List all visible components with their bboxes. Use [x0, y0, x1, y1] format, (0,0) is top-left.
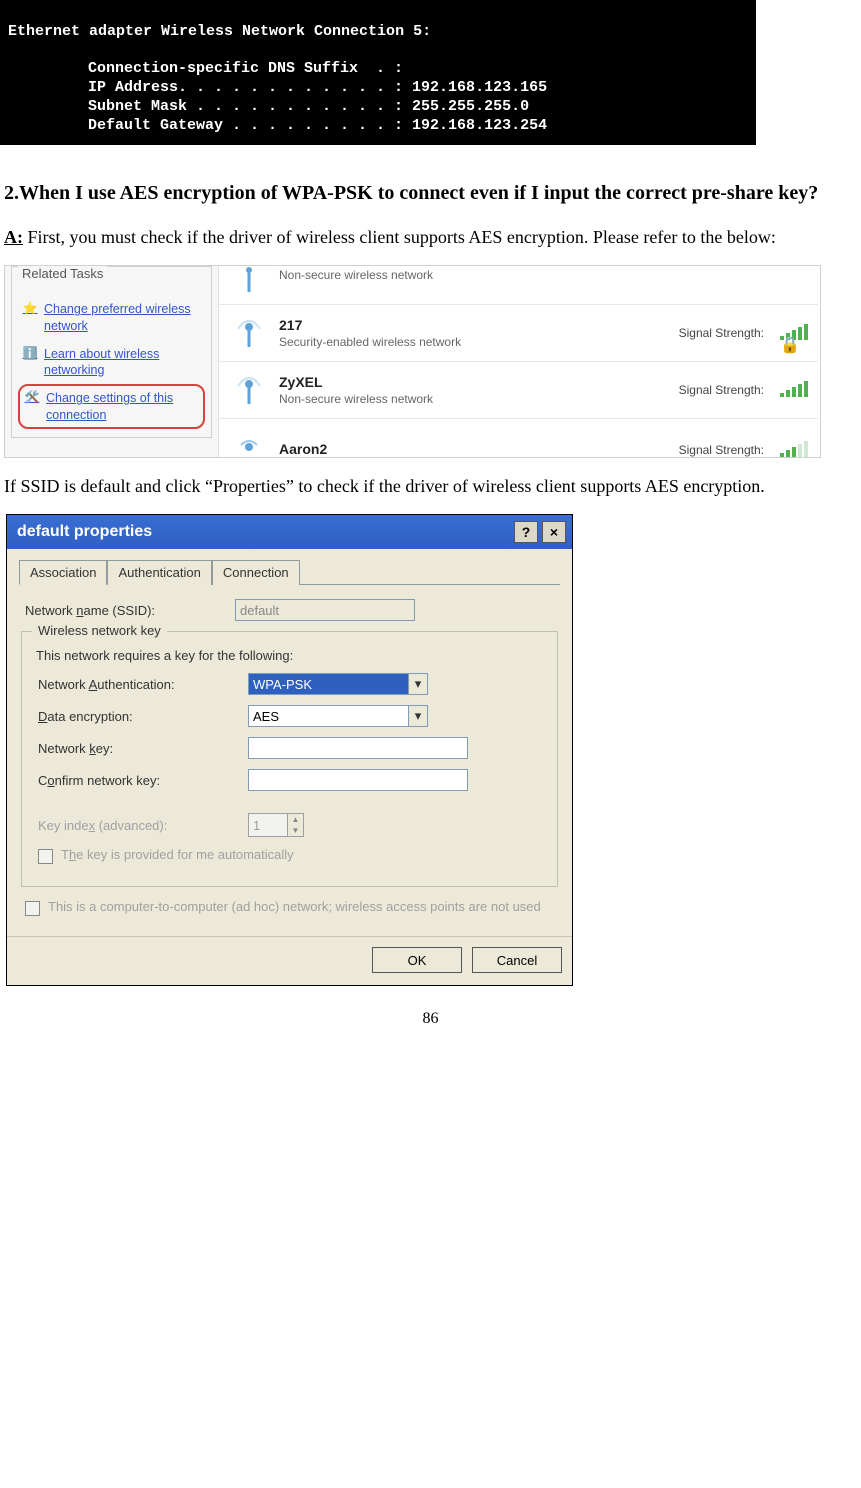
keyindex-label: Key index (advanced):: [38, 818, 238, 833]
auto-key-label: The key is provided for me automatically: [61, 847, 294, 862]
auth-value: WPA-PSK: [253, 677, 312, 692]
wireless-key-group: Wireless network key This network requir…: [21, 631, 558, 887]
spinner-up-icon: ▲: [287, 814, 303, 825]
auto-key-checkbox: [38, 849, 53, 864]
tools-icon: 🛠️: [24, 390, 40, 406]
mid-paragraph: If SSID is default and click “Properties…: [4, 468, 857, 504]
network-row[interactable]: 217 Security-enabled wireless network Si…: [219, 305, 818, 362]
faq-answer: A: First, you must check if the driver o…: [4, 219, 857, 255]
network-authentication-select[interactable]: WPA-PSK ▾: [248, 673, 428, 695]
wifi-antenna-icon: [229, 370, 269, 410]
network-row[interactable]: ZyXEL Non-secure wireless network Signal…: [219, 362, 818, 419]
help-button[interactable]: ?: [514, 521, 538, 543]
network-security-label: Security-enabled wireless network: [279, 335, 669, 349]
console-line: Connection-specific DNS Suffix . :: [8, 60, 748, 79]
enc-value: AES: [253, 709, 279, 724]
task-label: Change preferred wireless network: [44, 301, 201, 334]
task-change-settings[interactable]: 🛠️ Change settings of this connection: [18, 384, 205, 429]
network-list: Non-secure wireless network 217 Security…: [219, 266, 820, 457]
task-label: Learn about wireless networking: [44, 346, 201, 379]
wifi-antenna-icon: [229, 429, 269, 457]
close-button[interactable]: ×: [542, 521, 566, 543]
faq-question: 2.When I use AES encryption of WPA-PSK t…: [4, 173, 857, 213]
wireless-networks-panel: Related Tasks ⭐ Change preferred wireles…: [4, 265, 821, 458]
network-row[interactable]: Aaron2 Signal Strength:: [219, 419, 818, 457]
related-tasks-sidebar: Related Tasks ⭐ Change preferred wireles…: [5, 266, 219, 457]
network-name: ZyXEL: [279, 374, 669, 390]
key-index-spinner: ▲ ▼: [248, 813, 304, 837]
confirm-label: Confirm network key:: [38, 773, 238, 788]
chevron-down-icon: ▾: [408, 706, 427, 726]
chevron-down-icon: ▾: [408, 674, 427, 694]
network-security-label: Non-secure wireless network: [279, 268, 808, 282]
netkey-label: Network key:: [38, 741, 238, 756]
console-output: Ethernet adapter Wireless Network Connec…: [0, 0, 756, 145]
dialog-footer: OK Cancel: [7, 936, 572, 985]
network-row[interactable]: Non-secure wireless network: [219, 266, 818, 305]
network-name: 217: [279, 317, 669, 333]
signal-strength-label: Signal Strength:: [679, 443, 764, 457]
tab-authentication[interactable]: Authentication: [107, 560, 211, 585]
dialog-tabs: Association Authentication Connection: [19, 559, 560, 585]
data-encryption-select[interactable]: AES ▾: [248, 705, 428, 727]
info-icon: ℹ️: [22, 346, 38, 362]
network-key-field[interactable]: [248, 737, 468, 759]
answer-body: First, you must check if the driver of w…: [23, 227, 776, 247]
console-line: IP Address. . . . . . . . . . . . : 192.…: [8, 79, 748, 98]
console-line: Subnet Mask . . . . . . . . . . . : 255.…: [8, 98, 748, 117]
ssid-field: [235, 599, 415, 621]
adhoc-checkbox-row: This is a computer-to-computer (ad hoc) …: [25, 899, 554, 916]
auth-label: Network Authentication:: [38, 677, 238, 692]
cancel-button[interactable]: Cancel: [472, 947, 562, 973]
auto-key-checkbox-row: The key is provided for me automatically: [38, 847, 541, 864]
enc-label: Data encryption:: [38, 709, 238, 724]
answer-prefix: A:: [4, 227, 23, 247]
lock-icon: 🔒: [780, 335, 800, 355]
task-label: Change settings of this connection: [46, 390, 199, 423]
dialog-titlebar: default properties ? ×: [7, 515, 572, 549]
wifi-antenna-icon: [229, 313, 269, 353]
page-number: 86: [0, 1010, 861, 1028]
adhoc-checkbox: [25, 901, 40, 916]
properties-dialog: default properties ? × Association Authe…: [6, 514, 573, 986]
confirm-key-field[interactable]: [248, 769, 468, 791]
task-learn-wireless[interactable]: ℹ️ Learn about wireless networking: [18, 340, 205, 385]
star-icon: ⭐: [22, 301, 38, 317]
task-change-preferred-network[interactable]: ⭐ Change preferred wireless network: [18, 295, 205, 340]
console-header: Ethernet adapter Wireless Network Connec…: [8, 23, 431, 40]
key-index-value: [249, 814, 287, 836]
signal-strength-label: Signal Strength:: [679, 383, 764, 397]
console-line: Default Gateway . . . . . . . . . : 192.…: [8, 117, 748, 136]
adhoc-label: This is a computer-to-computer (ad hoc) …: [48, 899, 541, 914]
tab-connection[interactable]: Connection: [212, 560, 300, 585]
wifi-antenna-icon: [229, 266, 269, 294]
signal-strength-label: Signal Strength:: [679, 326, 764, 340]
ok-button[interactable]: OK: [372, 947, 462, 973]
network-security-label: Non-secure wireless network: [279, 392, 669, 406]
tab-association[interactable]: Association: [19, 560, 107, 585]
group-title: Wireless network key: [32, 623, 167, 638]
spinner-down-icon: ▼: [287, 825, 303, 836]
group-desc: This network requires a key for the foll…: [36, 648, 547, 663]
sidebar-title: Related Tasks: [18, 266, 107, 281]
network-name: Aaron2: [279, 441, 669, 457]
signal-bars-icon: [780, 383, 808, 397]
signal-bars-icon: [780, 443, 808, 457]
ssid-label: Network name (SSID):: [25, 603, 225, 618]
dialog-title: default properties: [17, 523, 152, 541]
